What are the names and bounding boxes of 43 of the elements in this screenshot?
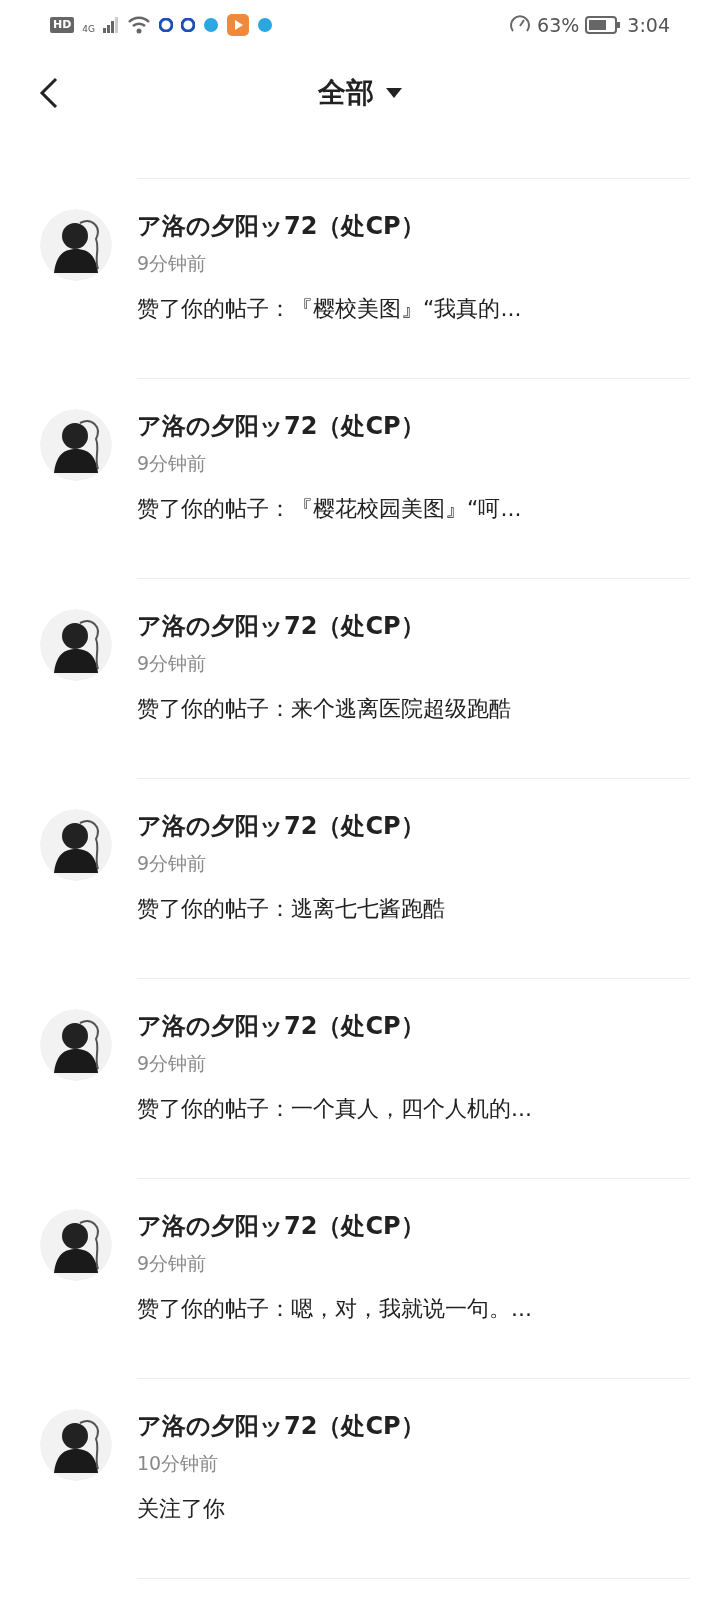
avatar[interactable] — [40, 409, 112, 481]
timestamp: 9分钟前 — [137, 651, 208, 676]
timestamp: 10分钟前 — [137, 1451, 220, 1476]
back-icon — [38, 76, 60, 109]
timestamp: 9分钟前 — [137, 451, 208, 476]
hd-indicator: HD — [50, 16, 75, 34]
timestamp: 9分钟前 — [137, 251, 208, 276]
user-name[interactable]: ア洛の夕阳ッ72（处CP） — [137, 1409, 690, 1443]
signal-icon — [103, 17, 120, 33]
battery-icon — [585, 15, 622, 35]
notification-text[interactable]: 赞了你的帖子：嗯，对，我就说一句。... — [137, 1291, 690, 1325]
battery-percent: 63% — [537, 12, 580, 38]
clock: 3:04 — [627, 12, 670, 38]
notification-text[interactable]: 赞了你的帖子：『樱校美图』“我真的... — [137, 291, 690, 325]
notification-text[interactable]: 赞了你的帖子：『樱花校园美图』“呵... — [137, 491, 690, 525]
timestamp: 9分钟前 — [137, 851, 208, 876]
avatar[interactable] — [40, 1009, 112, 1081]
user-name[interactable]: ア洛の夕阳ッ72（处CP） — [137, 1009, 690, 1043]
app-notification-icon — [159, 18, 174, 32]
filter-dropdown[interactable]: 全部 — [318, 71, 402, 114]
notification-text[interactable]: 赞了你的帖子：来个逃离医院超级跑酷 — [137, 691, 690, 725]
avatar[interactable] — [40, 1409, 112, 1481]
app-notification-icon — [203, 17, 220, 33]
app-notification-icon — [181, 18, 196, 32]
user-name[interactable]: ア洛の夕阳ッ72（处CP） — [137, 609, 690, 643]
avatar[interactable] — [40, 1209, 112, 1281]
notification-text[interactable]: 赞了你的帖子：一个真人，四个人机的... — [137, 1091, 690, 1125]
network-label: 4G — [82, 23, 96, 37]
app-notification-icon — [257, 17, 274, 33]
avatar[interactable] — [40, 609, 112, 681]
user-name[interactable]: ア洛の夕阳ッ72（处CP） — [137, 209, 690, 243]
avatar[interactable] — [40, 809, 112, 881]
timestamp: 9分钟前 — [137, 1251, 208, 1276]
timestamp: 9分钟前 — [137, 1051, 208, 1076]
wifi-icon — [127, 16, 152, 34]
user-name[interactable]: ア洛の夕阳ッ72（处CP） — [137, 1209, 690, 1243]
avatar[interactable] — [40, 209, 112, 281]
user-name[interactable]: ア洛の夕阳ッ72（处CP） — [137, 809, 690, 843]
notification-text[interactable]: 关注了你 — [137, 1491, 690, 1525]
play-app-icon — [227, 14, 250, 36]
user-name[interactable]: ア洛の夕阳ッ72（处CP） — [137, 409, 690, 443]
notification-text[interactable]: 赞了你的帖子：逃离七七酱跑酷 — [137, 891, 690, 925]
caret-icon — [386, 87, 402, 98]
